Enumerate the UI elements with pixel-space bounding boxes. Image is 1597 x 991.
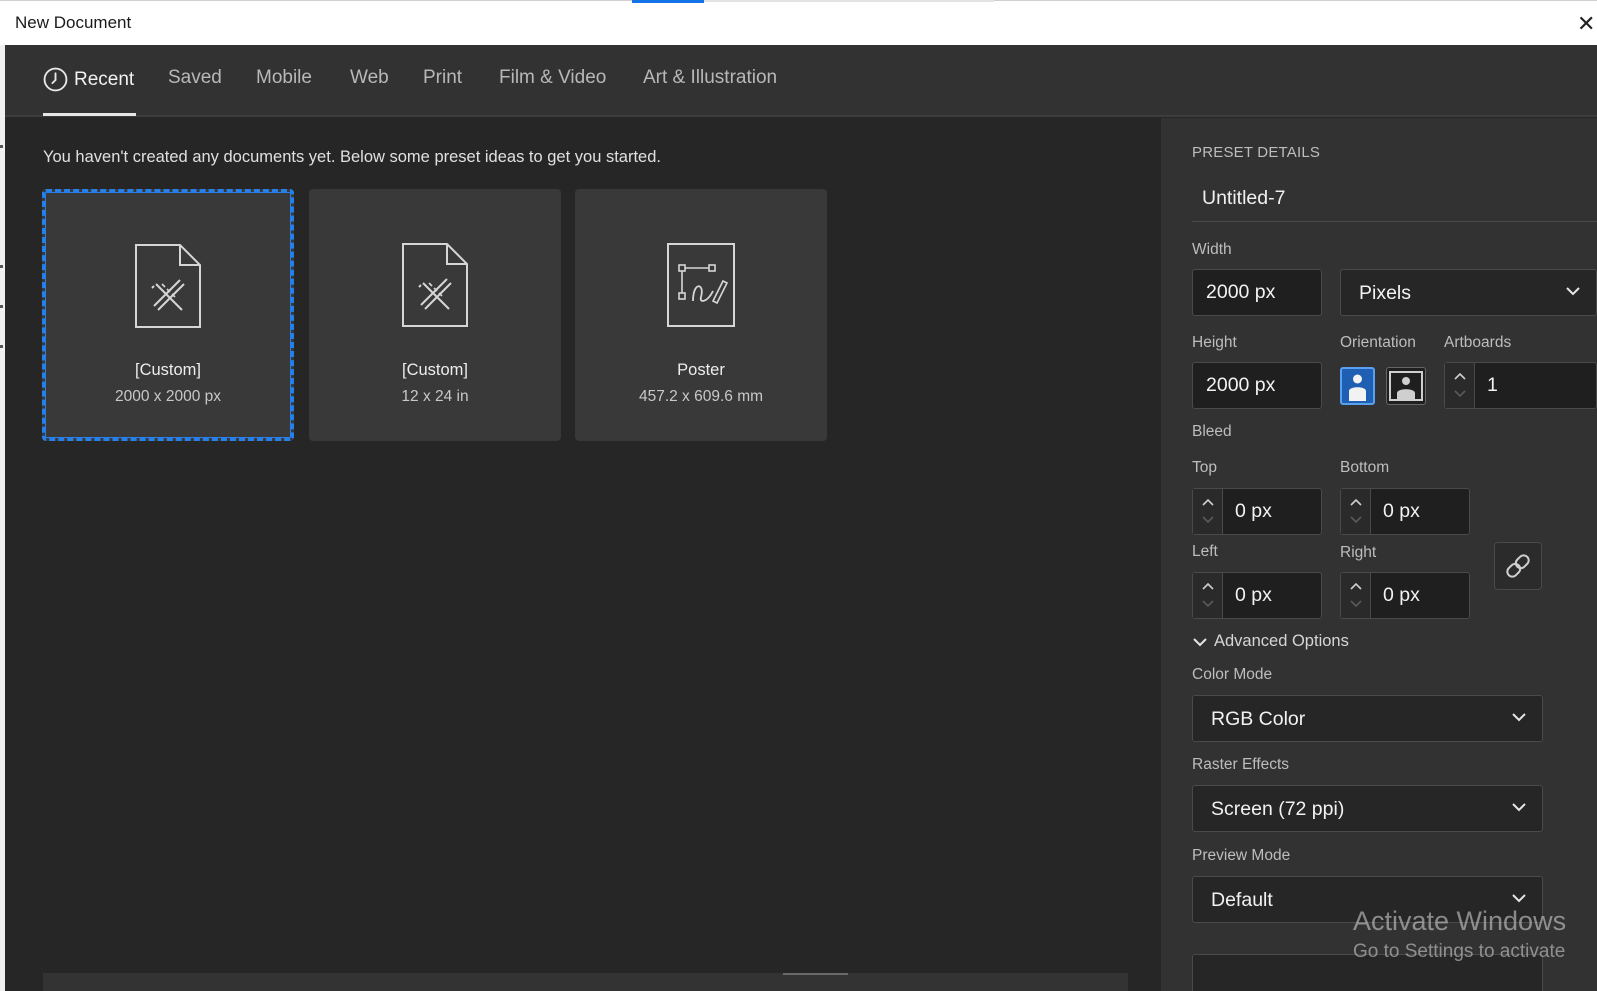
link-bleed-button[interactable]: [1494, 542, 1542, 590]
title-bar: New Document ✕: [0, 0, 1597, 45]
preset-details-panel: PRESET DETAILS Untitled-7 Width 2000 px …: [1161, 118, 1597, 991]
artboards-stepper[interactable]: 1: [1444, 362, 1597, 409]
chevron-down-icon[interactable]: [1348, 598, 1364, 610]
watermark-line-1: Activate Windows: [1353, 906, 1567, 936]
stepper-arrows: [1341, 489, 1371, 534]
preset-size: 12 x 24 in: [401, 388, 469, 405]
stepper-arrows: [1193, 573, 1223, 618]
preset-size: 2000 x 2000 px: [114, 388, 221, 405]
raster-effects-value: Screen (72 ppi): [1211, 798, 1345, 820]
bleed-top-stepper[interactable]: 0 px: [1192, 488, 1322, 535]
width-field[interactable]: 2000 px: [1192, 269, 1322, 316]
chevron-down-icon[interactable]: [1200, 514, 1216, 526]
preset-card[interactable]: Poster 457.2 x 609.6 mm: [575, 189, 827, 441]
chevron-down-icon[interactable]: [1348, 514, 1364, 526]
landscape-icon: [1389, 371, 1423, 401]
clock-icon: [43, 67, 68, 92]
preset-details-header: PRESET DETAILS: [1192, 144, 1321, 161]
chevron-down-icon[interactable]: [1200, 598, 1216, 610]
chevron-down-icon: [1512, 713, 1526, 722]
raster-effects-dropdown[interactable]: Screen (72 ppi): [1192, 785, 1543, 832]
artboards-value: 1: [1487, 374, 1498, 396]
active-tab-indicator: [43, 113, 136, 116]
stepper-arrows: [1445, 363, 1475, 408]
tab-recent[interactable]: Recent: [43, 67, 134, 92]
stepper-arrows: [1193, 489, 1223, 534]
tab-art-illustration[interactable]: Art & Illustration: [643, 67, 777, 89]
portrait-icon: [1349, 374, 1366, 401]
chevron-down-icon: [1512, 894, 1526, 903]
height-label: Height: [1192, 334, 1237, 351]
chevron-up-icon[interactable]: [1200, 496, 1216, 508]
advanced-options-toggle[interactable]: Advanced Options: [1192, 632, 1349, 651]
category-tab-bar: Recent Saved Mobile Web Print Film & Vid…: [5, 45, 1597, 117]
bleed-bottom-value: 0 px: [1383, 500, 1420, 522]
chevron-down-icon: [1512, 803, 1526, 812]
chevron-up-icon[interactable]: [1200, 580, 1216, 592]
chevron-down-icon: [1566, 287, 1580, 296]
tab-recent-label: Recent: [74, 68, 135, 90]
bleed-right-stepper[interactable]: 0 px: [1340, 572, 1470, 619]
units-dropdown[interactable]: Pixels: [1340, 269, 1597, 316]
preset-card[interactable]: [Custom] 12 x 24 in: [309, 189, 561, 441]
bleed-label: Bleed: [1192, 423, 1232, 440]
chevron-up-icon[interactable]: [1348, 496, 1364, 508]
tab-print[interactable]: Print: [423, 67, 462, 89]
chevron-down-icon: [1193, 637, 1207, 646]
bleed-bottom-label: Bottom: [1340, 459, 1390, 476]
bleed-left-stepper[interactable]: 0 px: [1192, 572, 1322, 619]
preset-card[interactable]: [Custom] 2000 x 2000 px: [42, 189, 294, 441]
color-mode-dropdown[interactable]: RGB Color: [1192, 695, 1543, 742]
bleed-top-value: 0 px: [1235, 500, 1272, 522]
watermark-line-2: Go to Settings to activate: [1353, 941, 1566, 962]
preview-mode-label: Preview Mode: [1192, 847, 1291, 864]
bleed-right-label: Right: [1340, 544, 1377, 561]
tab-film-video[interactable]: Film & Video: [499, 67, 606, 89]
document-name-field[interactable]: Untitled-7: [1192, 176, 1597, 222]
bleed-left-value: 0 px: [1235, 584, 1272, 606]
document-ruler-pencil-icon: [135, 244, 201, 328]
poster-pen-icon: [667, 243, 735, 327]
presets-area: You haven't created any documents yet. B…: [5, 118, 1161, 991]
color-mode-label: Color Mode: [1192, 666, 1273, 683]
window-title: New Document: [15, 13, 132, 32]
height-field[interactable]: 2000 px: [1192, 362, 1322, 409]
preset-name: [Custom]: [401, 361, 469, 379]
width-label: Width: [1192, 241, 1232, 258]
document-ruler-pencil-icon: [402, 243, 468, 327]
preset-size: 457.2 x 609.6 mm: [638, 388, 764, 405]
intro-message: You haven't created any documents yet. B…: [43, 148, 661, 166]
preset-name: [Custom]: [134, 361, 202, 379]
chevron-up-icon[interactable]: [1348, 580, 1364, 592]
units-value: Pixels: [1359, 282, 1412, 304]
stepper-arrows: [1341, 573, 1371, 618]
title-progress-track: [704, 0, 994, 2]
orientation-label: Orientation: [1340, 334, 1416, 351]
preset-name: Poster: [677, 361, 725, 379]
link-icon: [1506, 554, 1530, 578]
bleed-bottom-stepper[interactable]: 0 px: [1340, 488, 1470, 535]
bleed-left-label: Left: [1192, 543, 1218, 560]
advanced-options-label: Advanced Options: [1214, 632, 1349, 650]
bleed-top-label: Top: [1192, 459, 1217, 476]
close-icon[interactable]: ✕: [1577, 11, 1597, 37]
tab-saved[interactable]: Saved: [168, 67, 222, 89]
color-mode-value: RGB Color: [1211, 708, 1306, 730]
raster-effects-label: Raster Effects: [1192, 756, 1290, 773]
portrait-orientation-button[interactable]: [1340, 367, 1375, 405]
landscape-orientation-button[interactable]: [1386, 367, 1426, 405]
tab-web[interactable]: Web: [350, 67, 389, 89]
bleed-right-value: 0 px: [1383, 584, 1420, 606]
chevron-up-icon[interactable]: [1452, 370, 1468, 382]
bottom-scroll-area: [43, 973, 1128, 991]
preview-mode-value: Default: [1211, 889, 1273, 911]
activation-watermark: Activate Windows Go to Settings to activ…: [1353, 906, 1566, 963]
artboards-label: Artboards: [1444, 334, 1512, 351]
tab-mobile[interactable]: Mobile: [256, 67, 312, 89]
title-progress-indicator: [632, 0, 704, 3]
chevron-down-icon[interactable]: [1452, 388, 1468, 400]
